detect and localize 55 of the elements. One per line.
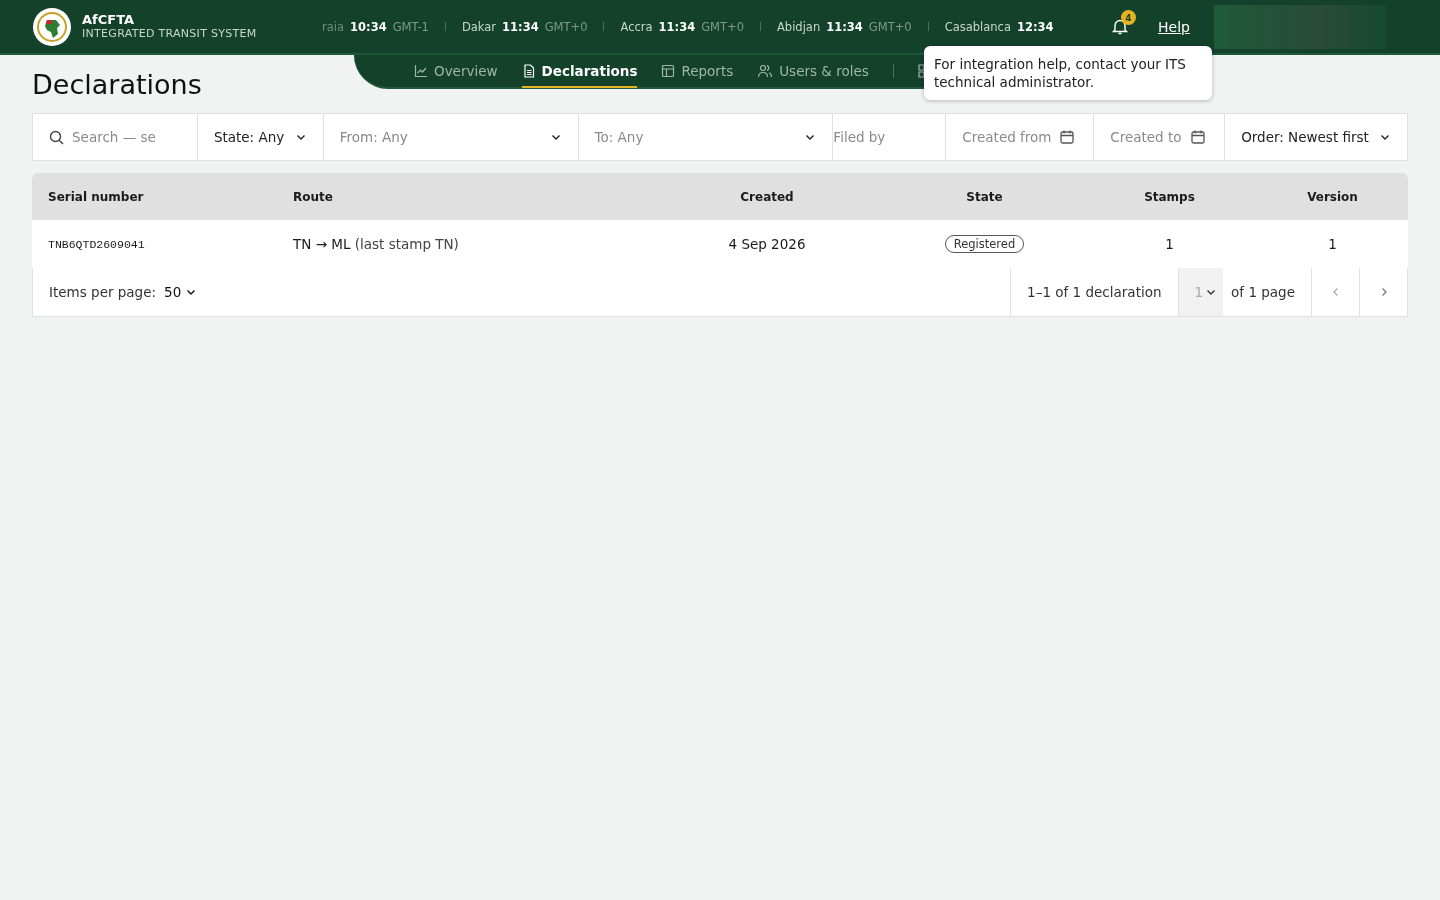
line-chart-icon [414,64,428,78]
brand-name: AfCFTA [82,12,136,27]
column-header: Serial number [32,173,277,220]
clock-zone: GMT+0 [868,19,912,34]
created-date: 4 Sep 2026 [728,236,806,252]
filter-dropdown[interactable]: Order: Newest first [1225,114,1407,160]
help-link[interactable]: Help [1158,18,1190,35]
calendar-icon [1189,129,1206,145]
nav-tab[interactable]: Declarations [521,54,638,88]
clock-time: 11:34 [502,19,539,34]
clock-city: Casablanca [944,19,1011,34]
clock-time: 12:34 [1016,19,1054,34]
filter-dropdown[interactable]: State: Any [197,114,324,160]
page-count: of 1 page [1231,284,1295,300]
date-field[interactable]: Created from [946,114,1095,160]
column-header: State [887,173,1082,220]
nav-tab[interactable]: Overview [414,54,498,88]
items-per-page-select[interactable]: 50 [164,284,198,300]
filed-by-field[interactable]: Filed by [833,129,934,145]
clock-time: 11:34 [826,19,863,34]
filter-dropdown[interactable]: From: Any [323,114,579,160]
brand-subtitle: INTEGRATED TRANSIT SYSTEM [82,26,257,41]
column-header: Route [277,173,647,220]
clock-zone: GMT-1 [392,19,429,34]
clock-city: raia [322,19,345,34]
route-text: TN → ML (last stamp TN) [293,236,459,252]
calendar-icon [1059,129,1076,145]
filter-dropdown[interactable]: To: Any [578,114,834,160]
stamps-count: 1 [1165,236,1174,252]
page-title: Declarations [31,68,203,100]
column-header: Stamps [1082,173,1257,220]
clock-city: Abidjan [777,19,821,34]
nav-tab[interactable]: Reports [661,54,734,88]
clock-time: 10:34 [350,19,387,34]
clock-time: 11:34 [658,19,696,34]
search-field[interactable]: Search — se [72,129,172,145]
clock-zone: GMT+0 [544,19,588,34]
document-icon [521,64,536,78]
logo-icon [32,6,72,47]
clock-city: Dakar [461,19,497,34]
range-text: 1–1 of 1 declaration [1027,284,1162,300]
users-icon [757,64,774,78]
table-icon [661,64,676,78]
version-number: 1 [1328,236,1337,252]
nav-tab[interactable]: Users & roles [757,54,869,88]
serial-number: TNB6QTD2609041 [48,237,145,251]
search-icon [49,129,64,145]
help-tooltip: For integration help, contact your ITS technical administrator. [924,46,1212,100]
date-field[interactable]: Created to [1094,114,1226,160]
items-per-page-label: Items per page: [49,284,157,300]
column-header: Version [1257,173,1408,220]
clock-zone: GMT+0 [701,19,744,34]
clock-city: Accra [620,19,653,34]
notification-badge: 4 [1121,10,1136,25]
column-header: Created [647,173,887,220]
